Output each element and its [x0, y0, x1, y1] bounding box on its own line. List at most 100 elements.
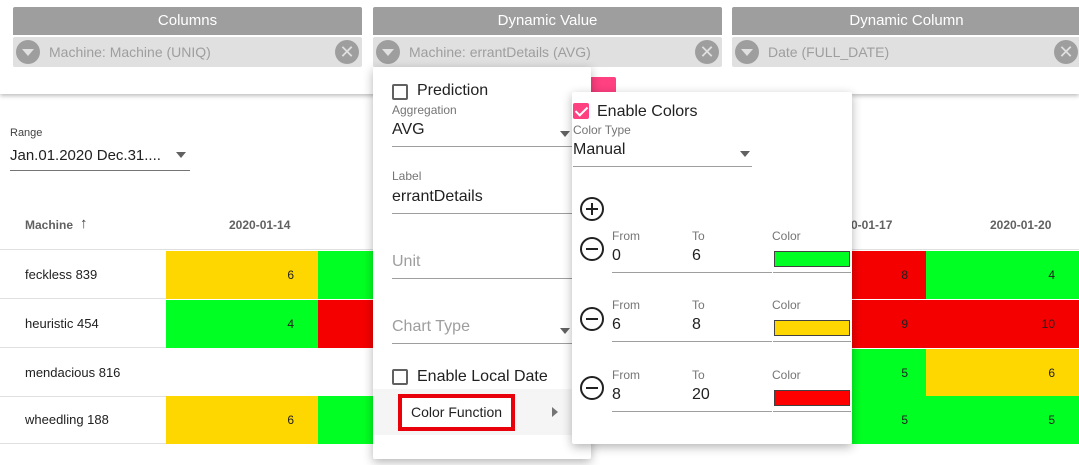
value-cell: 5: [852, 349, 926, 397]
date-column-header[interactable]: 2020-01-14: [229, 200, 290, 250]
range-value-text: Jan.01.2020 Dec.31....: [10, 147, 161, 164]
add-circle-icon[interactable]: [580, 197, 604, 221]
dynamic-column-chip[interactable]: Date (FULL_DATE) ✕: [732, 37, 1079, 67]
columns-header: Columns: [13, 7, 362, 35]
remove-circle-icon[interactable]: [580, 376, 604, 400]
aggregation-select[interactable]: AVG: [392, 121, 572, 147]
remove-circle-icon[interactable]: [580, 307, 604, 331]
from-label: From: [612, 298, 640, 312]
color-label: Color: [772, 229, 801, 243]
value-cell: 4: [166, 300, 318, 348]
dynamic-column-header: Dynamic Column: [732, 7, 1079, 35]
from-input[interactable]: 8: [612, 386, 692, 412]
dropdown-arrow-icon[interactable]: [176, 152, 186, 158]
unit-placeholder: Unit: [392, 253, 421, 270]
color-function-submenu: Enable Colors Color Type Manual From To …: [572, 92, 852, 444]
from-value: 6: [612, 316, 621, 333]
columns-chip[interactable]: Machine: Machine (UNIQ) ✕: [13, 37, 362, 67]
color-label: Color: [772, 298, 801, 312]
value-cell: [318, 251, 373, 299]
sort-ascending-icon[interactable]: ↑: [80, 200, 88, 248]
enable-colors-checkbox[interactable]: [573, 103, 589, 119]
dynamic-value-chip-label: Machine: errantDetails (AVG): [409, 44, 591, 60]
chart-type-select[interactable]: Chart Type: [392, 318, 572, 344]
range-label: Range: [10, 127, 43, 139]
chevron-down-icon[interactable]: [16, 40, 40, 64]
close-icon[interactable]: ✕: [1054, 40, 1078, 64]
date-column-header[interactable]: 0-01-17: [851, 200, 892, 250]
aggregation-value: AVG: [392, 121, 425, 138]
dynamic-value-chip[interactable]: Machine: errantDetails (AVG) ✕: [373, 37, 722, 67]
value-options-menu: Prediction Aggregation AVG Label errantD…: [373, 67, 591, 459]
date-column-header[interactable]: 2020-01-20: [990, 200, 1051, 250]
machine-name: wheedling 188: [25, 412, 109, 427]
value-cell: 6: [166, 251, 318, 299]
dynamic-column-chip-label: Date (FULL_DATE): [768, 44, 890, 60]
remove-circle-icon[interactable]: [580, 237, 604, 261]
dynamic-value-config: Dynamic Value Machine: errantDetails (AV…: [373, 7, 722, 67]
machine-name: feckless 839: [25, 267, 98, 282]
enable-local-date-label: Enable Local Date: [417, 368, 548, 385]
value-cell: 6: [166, 396, 318, 444]
prediction-label: Prediction: [417, 82, 489, 99]
value-cell: 6: [926, 349, 1079, 397]
to-value: 6: [692, 247, 701, 264]
value-cell: 10: [926, 300, 1079, 348]
columns-config: Columns Machine: Machine (UNIQ) ✕: [13, 7, 362, 67]
to-label: To: [692, 298, 705, 312]
columns-chip-label: Machine: Machine (UNIQ): [49, 44, 211, 60]
color-underline: [773, 411, 851, 412]
to-input[interactable]: 20: [692, 386, 772, 412]
from-value: 8: [612, 386, 621, 403]
label-field-label: Label: [392, 169, 422, 183]
color-swatch[interactable]: [774, 390, 850, 406]
chevron-down-icon[interactable]: [735, 40, 759, 64]
to-value: 20: [692, 386, 710, 403]
machine-name: heuristic 454: [25, 316, 99, 331]
chevron-down-icon[interactable]: [376, 40, 400, 64]
to-input[interactable]: 6: [692, 247, 772, 273]
enable-colors-label: Enable Colors: [597, 103, 698, 120]
close-icon[interactable]: ✕: [695, 40, 719, 64]
range-select[interactable]: Jan.01.2020 Dec.31....: [10, 147, 190, 171]
color-type-select[interactable]: Manual: [573, 141, 752, 167]
label-input-value: errantDetails: [392, 188, 483, 205]
to-value: 8: [692, 316, 701, 333]
to-input[interactable]: 8: [692, 316, 772, 342]
color-function-menu-item[interactable]: Color Function: [373, 389, 591, 435]
color-function-button[interactable]: Color Function: [398, 394, 515, 431]
from-label: From: [612, 229, 640, 243]
dropdown-arrow-icon[interactable]: [560, 328, 570, 334]
unit-input[interactable]: Unit: [392, 253, 572, 279]
dynamic-value-header: Dynamic Value: [373, 7, 722, 35]
color-type-label: Color Type: [573, 123, 631, 137]
label-input[interactable]: errantDetails: [392, 188, 572, 214]
value-cell: 8: [852, 251, 926, 299]
value-cell: 5: [852, 396, 926, 444]
color-swatch[interactable]: [774, 251, 850, 267]
value-cell: 9: [852, 300, 926, 348]
chart-type-placeholder: Chart Type: [392, 318, 470, 335]
from-label: From: [612, 368, 640, 382]
close-icon[interactable]: ✕: [335, 40, 359, 64]
machine-column-header[interactable]: Machine: [25, 200, 73, 250]
to-label: To: [692, 229, 705, 243]
value-cell: 4: [926, 251, 1079, 299]
value-cell: [318, 396, 373, 444]
color-underline: [773, 272, 851, 273]
dropdown-arrow-icon[interactable]: [560, 131, 570, 137]
prediction-checkbox[interactable]: [392, 84, 408, 100]
aggregation-label: Aggregation: [392, 103, 457, 117]
machine-name: mendacious 816: [25, 365, 121, 380]
from-input[interactable]: 6: [612, 316, 692, 342]
from-value: 0: [612, 247, 621, 264]
color-underline: [773, 341, 851, 342]
from-input[interactable]: 0: [612, 247, 692, 273]
chevron-right-icon: [552, 407, 558, 417]
value-cell: 5: [926, 396, 1079, 444]
color-swatch[interactable]: [774, 320, 850, 336]
enable-local-date-checkbox[interactable]: [392, 369, 408, 385]
color-label: Color: [772, 368, 801, 382]
dropdown-arrow-icon[interactable]: [740, 151, 750, 157]
to-label: To: [692, 368, 705, 382]
